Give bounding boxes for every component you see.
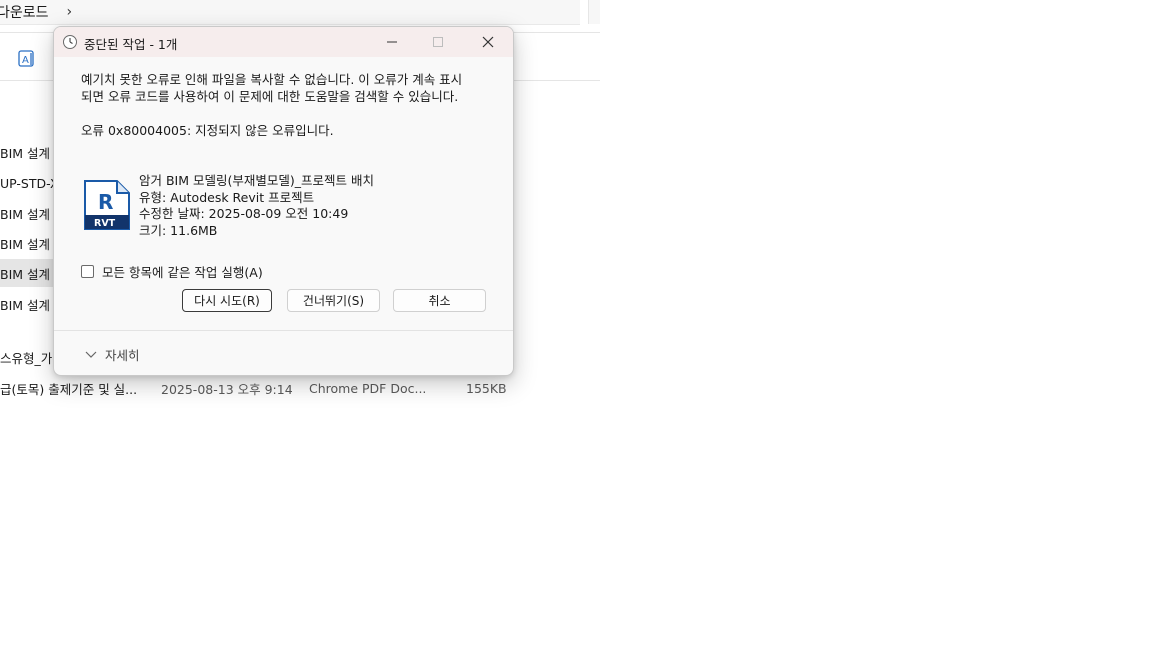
file-name: BIM 설계 [0,266,51,282]
breadcrumb-downloads[interactable]: 다운로드 [0,2,49,22]
address-bar-edge [588,0,600,24]
file-date: 2025-08-13 오후 9:14 [161,381,293,397]
message-line: 예기치 못한 오류로 인해 파일을 복사할 수 없습니다. 이 오류가 계속 표… [81,72,463,87]
apply-all-checkbox[interactable]: 모든 항목에 같은 작업 실행(A) [81,262,263,281]
title-bar[interactable]: 중단된 작업 - 1개 [54,27,513,57]
close-button[interactable] [465,27,511,57]
divider [54,330,513,331]
cancel-button[interactable]: 취소 [393,289,486,312]
file-name: BIM 설계 [0,297,51,313]
apply-all-label: 모든 항목에 같은 작업 실행(A) [102,265,263,280]
details-label: 자세히 [105,348,140,363]
maximize-button [415,27,461,57]
file-info: 암거 BIM 모델링(부재별모델)_프로젝트 배치 유형: Autodesk R… [139,173,374,239]
minimize-icon [387,41,397,43]
file-size: 크기: 11.6MB [139,222,218,238]
breadcrumb: 다운로드 › [0,0,580,25]
file-type: Chrome PDF Doc... [309,380,427,396]
file-name: 급(토목) 출제기준 및 실... [0,381,138,397]
chevron-right-icon[interactable]: › [67,4,73,20]
chevron-down-icon [85,351,97,358]
svg-text:A: A [22,55,29,66]
file-name: UP-STD-X [0,175,59,191]
file-name: 스유형_가( [0,350,58,366]
minimize-button[interactable] [369,27,415,57]
file-modified: 수정한 날짜: 2025-08-09 오전 10:49 [139,206,349,221]
skip-button[interactable]: 건너뛰기(S) [287,289,380,312]
interrupted-action-dialog: 중단된 작업 - 1개 예기치 못한 오류로 인해 파일을 복사할 수 없습니다… [53,26,514,376]
error-code: 오류 0x80004005: 지정되지 않은 오류입니다. [81,123,334,138]
rename-icon[interactable]: A [16,48,38,70]
file-name: BIM 설계 [0,206,51,222]
revit-badge: RVT [94,218,116,229]
file-row-selected[interactable]: BIM 설계 [0,259,60,287]
file-name: BIM 설계 [0,145,51,161]
file-type: 유형: Autodesk Revit 프로젝트 [139,189,315,205]
maximize-icon [433,37,443,47]
close-icon [482,36,494,48]
file-name: 암거 BIM 모델링(부재별모델)_프로젝트 배치 [139,173,374,188]
checkbox-box[interactable] [81,265,94,278]
retry-button[interactable]: 다시 시도(R) [182,289,272,312]
file-name: BIM 설계 [0,236,51,252]
message-line: 되면 오류 코드를 사용하여 이 문제에 대한 도움말을 검색할 수 있습니다. [81,89,459,104]
error-message: 예기치 못한 오류로 인해 파일을 복사할 수 없습니다. 이 오류가 계속 표… [81,71,496,105]
clock-icon [62,34,78,50]
fade-overlay [500,330,600,430]
dialog-title: 중단된 작업 - 1개 [84,37,178,52]
revit-letter: R [98,190,113,214]
details-toggle[interactable]: 자세히 [85,345,140,364]
revit-file-icon: R RVT [81,179,133,233]
